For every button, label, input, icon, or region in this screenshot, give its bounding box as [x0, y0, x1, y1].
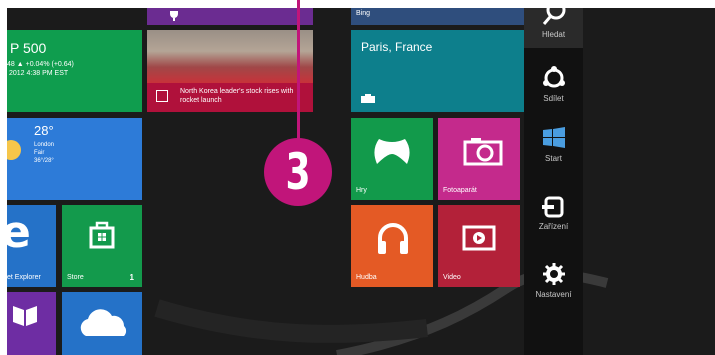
- video-player-icon: [462, 225, 496, 251]
- internet-explorer-label: et Explorer: [7, 274, 41, 281]
- search-icon: [542, 8, 565, 25]
- finance-change: 48 ▲ +0.04% (+0.64): [7, 61, 74, 68]
- camera-icon: [463, 138, 503, 166]
- charm-start[interactable]: Start: [524, 126, 583, 163]
- charm-settings-label: Nastavení: [535, 290, 572, 299]
- internet-explorer-tile[interactable]: e et Explorer: [7, 205, 56, 287]
- skydrive-tile[interactable]: [62, 292, 142, 355]
- bing-label: Bing: [356, 10, 371, 17]
- book-icon: [13, 306, 37, 326]
- step-number: 3: [285, 143, 311, 201]
- headphones-icon: [378, 223, 408, 254]
- weather-condition: Fair: [34, 150, 45, 156]
- suitcase-icon: [361, 94, 375, 103]
- finance-date: 2012 4:38 PM EST: [9, 70, 69, 77]
- camera-tile[interactable]: Fotoaparát: [438, 118, 520, 200]
- share-icon: [542, 66, 565, 88]
- video-label: Video: [443, 274, 461, 281]
- partial-tile-bottom-left[interactable]: [7, 292, 56, 355]
- weather-details: London Fair 36°/28°: [34, 141, 54, 165]
- bing-tile[interactable]: Bing: [351, 8, 524, 25]
- games-label: Hry: [356, 187, 367, 194]
- news-photo: [147, 30, 313, 83]
- news-tile[interactable]: North Korea leader's stock rises with ro…: [147, 30, 313, 112]
- partial-tile-top[interactable]: [147, 8, 313, 25]
- charm-settings[interactable]: Nastavení: [524, 262, 583, 299]
- finance-index-value: P 500: [10, 40, 47, 56]
- music-label: Hudba: [356, 274, 377, 281]
- charm-search-label: Hledat: [541, 30, 566, 39]
- news-headline: North Korea leader's stock rises with ro…: [180, 88, 294, 104]
- store-label: Store: [67, 274, 84, 281]
- start-screen: Bing P 500 48 ▲ +0.04% (+0.64) 2012 4:38…: [7, 8, 715, 355]
- travel-destination: Paris, France: [361, 40, 433, 54]
- cloud-icon: [80, 309, 127, 336]
- weather-range: 36°/28°: [34, 158, 54, 164]
- trophy-icon: [170, 11, 178, 21]
- weather-temperature: 28°: [34, 123, 54, 138]
- shopping-bag-icon: [89, 221, 115, 249]
- weather-tile[interactable]: 28° London Fair 36°/28°: [7, 118, 142, 200]
- sun-icon: [7, 140, 21, 160]
- travel-tile[interactable]: Paris, France: [351, 30, 524, 112]
- store-tile[interactable]: Store 1: [62, 205, 142, 287]
- charm-devices-label: Zařízení: [538, 222, 569, 231]
- internet-explorer-icon: e: [7, 207, 31, 258]
- music-tile[interactable]: Hudba: [351, 205, 433, 287]
- camera-label: Fotoaparát: [443, 187, 477, 194]
- charm-search[interactable]: Hledat: [524, 8, 583, 48]
- store-badge: 1: [129, 273, 134, 282]
- devices-icon: [541, 196, 563, 218]
- charm-start-label: Start: [545, 154, 562, 163]
- xbox-controller-icon: [374, 139, 410, 164]
- charm-devices[interactable]: Zařízení: [524, 196, 583, 231]
- weather-city: London: [34, 142, 55, 148]
- charms-bar: Hledat Sdílet Start Zařízení Nastavení: [524, 8, 583, 355]
- windows-logo-icon: [542, 127, 565, 148]
- video-tile[interactable]: Video: [438, 205, 520, 287]
- step-marker-line: [297, 0, 300, 142]
- charm-share-label: Sdílet: [543, 94, 564, 103]
- games-tile[interactable]: Hry: [351, 118, 433, 200]
- finance-tile[interactable]: P 500 48 ▲ +0.04% (+0.64) 2012 4:38 PM E…: [7, 30, 142, 112]
- gear-icon: [542, 263, 565, 285]
- news-icon: [156, 90, 168, 102]
- charm-share[interactable]: Sdílet: [524, 66, 583, 103]
- step-marker: 3: [264, 138, 332, 206]
